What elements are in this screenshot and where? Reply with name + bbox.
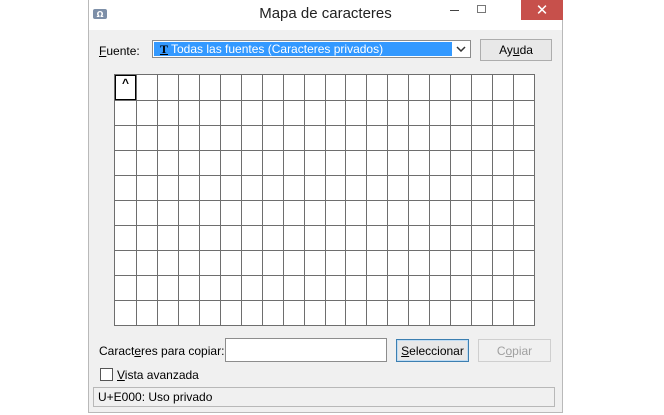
font-dropdown[interactable]: T Todas las fuentes (Caracteres privados… (152, 40, 471, 58)
character-grid-lines (115, 75, 534, 325)
character-grid[interactable]: ^ (114, 74, 535, 326)
chevron-down-icon[interactable] (454, 41, 468, 57)
copy-button[interactable]: Co piar (478, 339, 551, 362)
status-bar: U+E000: Uso privado (93, 387, 555, 407)
minimize-button[interactable] (441, 0, 468, 20)
character-cell-selected[interactable]: ^ (115, 75, 136, 100)
select-button[interactable]: Seleccionar (396, 339, 469, 362)
copy-label: Caracteres para copiar: (99, 344, 225, 358)
help-button[interactable]: Ay u da (480, 39, 552, 61)
character-glyph: ^ (121, 76, 129, 90)
advanced-view-checkbox[interactable] (100, 368, 113, 381)
maximize-button[interactable] (468, 0, 495, 20)
characters-to-copy-input[interactable] (225, 338, 387, 362)
truetype-font-icon: T (159, 41, 168, 56)
font-label: Fuente: (99, 44, 140, 58)
advanced-view-label[interactable]: Vista avanzada (117, 368, 199, 382)
maximize-icon (476, 5, 486, 13)
font-selected-option: T Todas las fuentes (Caracteres privados… (154, 42, 452, 56)
close-button[interactable]: ✕ (521, 0, 563, 20)
title-bar[interactable]: Ω Mapa de caracteres ✕ (89, 0, 563, 30)
font-selected-value: Todas las fuentes (Caracteres privados) (171, 42, 384, 56)
close-icon: ✕ (535, 2, 549, 19)
status-text: U+E000: Uso privado (98, 390, 213, 404)
minimize-icon (449, 10, 459, 11)
character-map-window: Ω Mapa de caracteres ✕ Fuente: T Todas l… (88, 0, 563, 413)
